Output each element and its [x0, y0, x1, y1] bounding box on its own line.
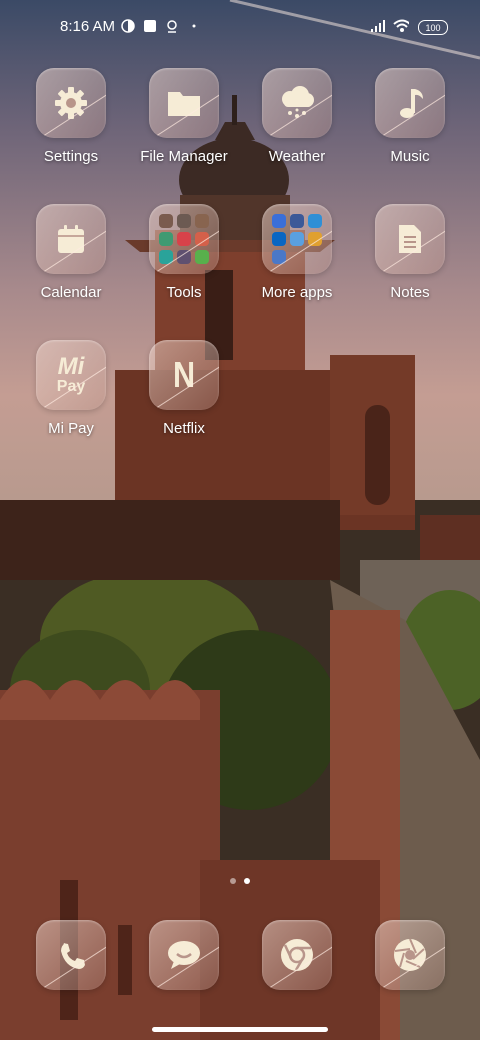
app-music[interactable]: Music	[355, 68, 465, 165]
app-label: Tools	[166, 284, 202, 301]
folder-icon	[149, 68, 219, 138]
netflix-icon: N	[149, 340, 219, 410]
app-calendar[interactable]: Calendar	[16, 204, 126, 301]
dock-phone[interactable]	[16, 920, 126, 990]
app-label: File Manager	[140, 148, 228, 165]
document-icon	[375, 204, 445, 274]
mi-pay-logo-bottom: Pay	[56, 378, 86, 395]
app-mi-pay[interactable]: Mi Pay Mi Pay	[16, 340, 126, 437]
home-gesture-bar[interactable]	[152, 1027, 328, 1032]
vpn-icon	[120, 18, 136, 34]
battery-icon: 100	[418, 20, 448, 35]
location-pin-icon	[164, 18, 180, 34]
dock-browser[interactable]	[242, 920, 352, 990]
app-label: Calendar	[40, 284, 102, 301]
app-notes[interactable]: Notes	[355, 204, 465, 301]
page-dot	[230, 878, 236, 884]
status-bar: 8:16 AM 100	[0, 0, 480, 56]
folder-grid-icon	[149, 204, 219, 274]
aperture-icon	[375, 920, 445, 990]
app-label: Notes	[390, 284, 430, 301]
music-note-icon	[375, 68, 445, 138]
dock-camera[interactable]	[355, 920, 465, 990]
app-label: Weather	[268, 148, 326, 165]
app-file-manager[interactable]: File Manager	[129, 68, 239, 165]
dock-messages[interactable]	[129, 920, 239, 990]
folder-more-apps[interactable]: More apps	[242, 204, 352, 301]
app-netflix[interactable]: N Netflix	[129, 340, 239, 437]
chat-bubble-icon	[149, 920, 219, 990]
app-label: Music	[390, 148, 430, 165]
page-indicator	[0, 878, 480, 884]
app-label: Settings	[43, 148, 99, 165]
notification-square-icon	[142, 18, 158, 34]
status-time: 8:16 AM	[60, 18, 116, 35]
signal-icon	[370, 18, 386, 34]
app-settings[interactable]: Settings	[16, 68, 126, 165]
cloud-rain-icon	[262, 68, 332, 138]
app-label: Netflix	[163, 420, 205, 437]
chrome-icon	[262, 920, 332, 990]
gear-icon	[36, 68, 106, 138]
folder-tools[interactable]: Tools	[129, 204, 239, 301]
app-label: Mi Pay	[48, 420, 94, 437]
dot-icon	[186, 18, 202, 34]
page-dot-active	[244, 878, 250, 884]
folder-grid-icon	[262, 204, 332, 274]
mi-pay-icon: Mi Pay	[36, 340, 106, 410]
app-label: More apps	[261, 284, 333, 301]
mi-pay-logo-top: Mi	[57, 353, 85, 380]
wifi-icon	[393, 18, 409, 34]
phone-icon	[36, 920, 106, 990]
calendar-icon	[36, 204, 106, 274]
app-weather[interactable]: Weather	[242, 68, 352, 165]
netflix-logo: N	[172, 354, 196, 395]
